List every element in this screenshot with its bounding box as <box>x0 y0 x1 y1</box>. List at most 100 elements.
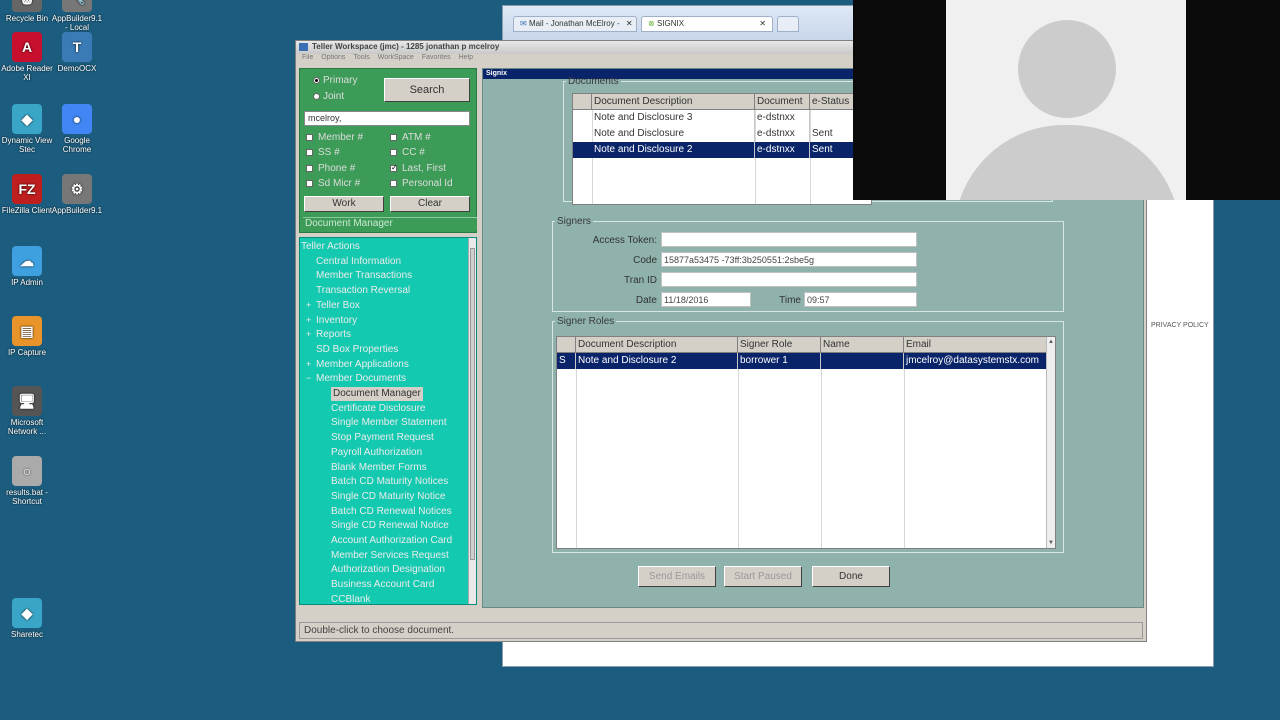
work-button[interactable]: Work <box>304 196 384 212</box>
tree-item[interactable]: Batch CD Renewal Notices <box>331 505 452 519</box>
tree-item[interactable]: Member Transactions <box>316 269 412 283</box>
desktop-icon[interactable]: ⚙ AppBuilder9.1 <box>50 174 104 215</box>
tree-item[interactable]: Authorization Designation <box>331 563 445 577</box>
app-icon: ● <box>62 104 92 134</box>
expand-icon[interactable]: − <box>306 372 311 385</box>
column-header-signer-role[interactable]: Signer Role <box>738 337 821 353</box>
desktop-icon[interactable]: ○ results.bat - Shortcut <box>0 456 54 506</box>
checkbox-phone-number[interactable]: Phone # <box>306 163 355 174</box>
tree-item[interactable]: Single Member Statement <box>331 416 447 430</box>
checkbox-sd-micr[interactable]: Sd Micr # <box>306 178 360 189</box>
menu-options[interactable]: Options <box>321 54 345 65</box>
tree-item[interactable]: Single CD Renewal Notice <box>331 519 449 533</box>
desktop-icon[interactable]: 🗑 Recycle Bin <box>0 0 54 23</box>
desktop-icon[interactable]: T DemoOCX <box>50 32 104 73</box>
column-header-name[interactable]: Name <box>821 337 904 353</box>
tree-item[interactable]: Single CD Maturity Notice <box>331 490 445 504</box>
tree-item[interactable]: − Member Documents <box>306 372 406 386</box>
tree-item[interactable]: Certificate Disclosure <box>331 402 425 416</box>
tree-item[interactable]: CCBlank <box>331 593 370 604</box>
send-emails-button[interactable]: Send Emails <box>638 566 716 587</box>
checkbox-last-first[interactable]: Last, First <box>390 163 446 174</box>
tree-item[interactable]: + Inventory <box>306 314 357 328</box>
close-icon[interactable]: ✕ <box>626 19 633 28</box>
tree-scrollbar[interactable] <box>468 238 476 604</box>
expand-icon[interactable]: + <box>306 328 311 341</box>
desktop-icon[interactable]: ◆ Sharetec <box>0 598 54 639</box>
column-header-document[interactable]: Document <box>755 94 810 110</box>
table-row[interactable]: S Note and Disclosure 2 borrower 1 jmcelroy… <box>557 353 1048 369</box>
signer-roles-scrollbar[interactable]: ▲ ▼ <box>1046 337 1055 548</box>
tran-id-field[interactable] <box>661 272 917 287</box>
tree-item[interactable]: Member Services Request <box>331 549 449 563</box>
tree-item[interactable]: Teller Actions <box>301 240 360 254</box>
tree-item-label: Document Manager <box>333 388 421 399</box>
menu-favorites[interactable]: Favorites <box>422 54 451 65</box>
checkbox-cc-number[interactable]: CC # <box>390 147 425 158</box>
close-icon[interactable]: ✕ <box>759 19 766 28</box>
column-header-document-description[interactable]: Document Description <box>576 337 738 353</box>
checkbox-atm-number[interactable]: ATM # <box>390 132 431 143</box>
desktop-icon[interactable]: ● Google Chrome <box>50 104 104 154</box>
desktop-icon[interactable]: FZ FileZilla Client <box>0 174 54 215</box>
tree-item[interactable]: + Reports <box>306 328 351 342</box>
signer-roles-grid-header: Document Description Signer Role Name Em… <box>557 337 1048 353</box>
desktop-icon-label: Sharetec <box>10 630 44 639</box>
tree-item[interactable]: Payroll Authorization <box>331 446 422 460</box>
table-row[interactable]: Note and Disclosure 2 e-dstnxx Sent <box>573 142 871 158</box>
checkbox-member-number[interactable]: Member # <box>306 132 363 143</box>
desktop-icon[interactable]: 🔧 AppBuilder9.1 - Local <box>50 0 104 32</box>
tree-item[interactable]: + Teller Box <box>306 299 360 313</box>
desktop-icon-label: IP Capture <box>7 348 47 357</box>
browser-tab-signix[interactable]: ⊗ SIGNIX ✕ <box>641 16 773 32</box>
tree-item-label: SD Box Properties <box>316 343 399 355</box>
search-input[interactable]: mcelroy, <box>304 111 470 126</box>
tree-item[interactable]: + Member Applications <box>306 358 409 372</box>
column-header-document-description[interactable]: Document Description <box>592 94 755 110</box>
scroll-up-icon[interactable]: ▲ <box>1048 339 1054 345</box>
tree-item[interactable]: Stop Payment Request <box>331 431 434 445</box>
tree-item-label: Teller Box <box>316 299 360 311</box>
radio-primary[interactable]: Primary <box>313 75 357 86</box>
code-field[interactable]: 15877a53475 -73ff:3b250551:2sbe5g <box>661 252 917 267</box>
clear-button[interactable]: Clear <box>390 196 470 212</box>
tree-item[interactable]: Batch CD Maturity Notices <box>331 475 448 489</box>
start-paused-button[interactable]: Start Paused <box>724 566 802 587</box>
menu-file[interactable]: File <box>302 54 313 65</box>
browser-tab-mail[interactable]: ✉ Mail - Jonathan McElroy - ✕ <box>513 16 637 32</box>
done-button[interactable]: Done <box>812 566 890 587</box>
menu-tools[interactable]: Tools <box>353 54 369 65</box>
tree-item[interactable]: Central Information <box>316 255 401 269</box>
avatar-body-icon <box>954 125 1180 200</box>
desktop-icon[interactable]: 🖥 Microsoft Network ... <box>0 386 54 436</box>
tree-item[interactable]: Transaction Reversal <box>316 284 410 298</box>
privacy-policy-link[interactable]: PRIVACY POLICY <box>1151 322 1209 329</box>
menu-workspace[interactable]: WorkSpace <box>378 54 414 65</box>
expand-icon[interactable]: + <box>306 299 311 312</box>
desktop-icon[interactable]: ▤ IP Capture <box>0 316 54 357</box>
checkbox-personal-id[interactable]: Personal Id <box>390 178 453 189</box>
checkbox-ss-number[interactable]: SS # <box>306 147 340 158</box>
time-field[interactable]: 09:57 <box>804 292 917 307</box>
tree-item[interactable]: Document Manager <box>331 387 423 401</box>
radio-joint[interactable]: Joint <box>313 91 344 102</box>
desktop-icon[interactable]: ◆ Dynamic View Stec <box>0 104 54 154</box>
expand-icon[interactable]: + <box>306 358 311 371</box>
tree-item[interactable]: Business Account Card <box>331 578 434 592</box>
new-tab-button[interactable] <box>777 16 799 32</box>
menu-help[interactable]: Help <box>459 54 473 65</box>
date-field[interactable]: 11/18/2016 <box>661 292 751 307</box>
access-token-field[interactable] <box>661 232 917 247</box>
tree-item[interactable]: SD Box Properties <box>316 343 398 357</box>
tree-item[interactable]: Blank Member Forms <box>331 461 427 475</box>
scrollbar-thumb[interactable] <box>470 248 475 560</box>
scroll-down-icon[interactable]: ▼ <box>1048 540 1054 546</box>
table-row[interactable]: Note and Disclosure e-dstnxx Sent <box>573 126 871 142</box>
column-header-email[interactable]: Email <box>904 337 1048 353</box>
tree-item[interactable]: Account Authorization Card <box>331 534 452 548</box>
desktop-icon[interactable]: A Adobe Reader XI <box>0 32 54 82</box>
expand-icon[interactable]: + <box>306 314 311 327</box>
table-row[interactable]: Note and Disclosure 3 e-dstnxx <box>573 110 871 126</box>
search-button[interactable]: Search <box>384 78 470 102</box>
desktop-icon[interactable]: ☁ IP Admin <box>0 246 54 287</box>
